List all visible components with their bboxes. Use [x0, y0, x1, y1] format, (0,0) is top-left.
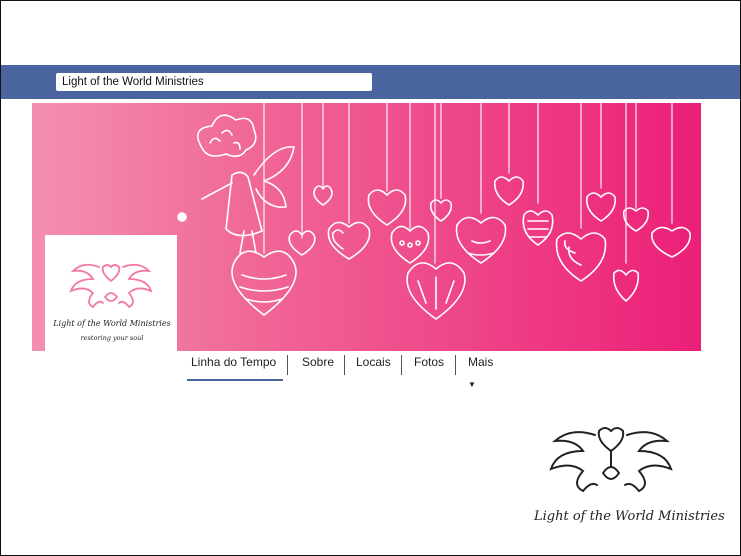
tab-divider [455, 355, 456, 375]
tab-divider [401, 355, 402, 375]
tab-about[interactable]: Sobre [302, 351, 334, 379]
page-frame: Light of the World Ministries Light of t… [0, 0, 741, 556]
tab-divider [344, 355, 345, 375]
top-bar: Light of the World Ministries [1, 65, 740, 99]
watermark-logo-title: Light of the World Ministries [534, 509, 725, 524]
profile-picture[interactable]: Light of the World Ministries restoring … [45, 235, 177, 353]
angel-heart-logo-icon [549, 427, 673, 493]
tab-more[interactable]: Mais ▼ [468, 351, 493, 389]
search-input[interactable]: Light of the World Ministries [56, 73, 372, 91]
caret-down-icon: ▼ [468, 379, 476, 389]
profile-logo-title: Light of the World Ministries [53, 319, 171, 328]
tab-photos[interactable]: Fotos [414, 351, 444, 379]
tab-divider [287, 355, 288, 375]
tab-places[interactable]: Locais [356, 351, 391, 379]
tab-timeline[interactable]: Linha do Tempo [187, 351, 283, 381]
profile-logo-subtitle: restoring your soul [80, 334, 144, 342]
